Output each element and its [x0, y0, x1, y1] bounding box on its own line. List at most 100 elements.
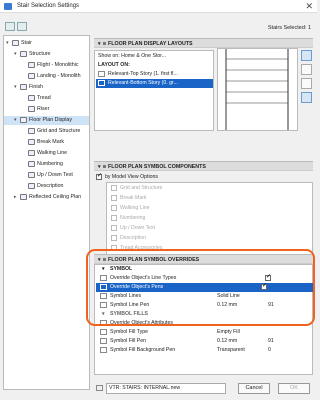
collapse-icon: ▾	[98, 41, 101, 47]
component-item[interactable]: Numbering	[108, 214, 145, 223]
component-item[interactable]: Grid and Structure	[108, 184, 162, 193]
tree-item[interactable]: Riser	[4, 105, 89, 114]
tree-item-label: Walking Line	[37, 150, 68, 156]
preview-graphic	[225, 49, 289, 130]
stair-part-icon	[20, 83, 27, 90]
tree-item-label: Description	[37, 183, 64, 189]
layouts-panel-title: FLOOR PLAN DISPLAY LAYOUTS	[108, 41, 193, 47]
by-model-view-options[interactable]: by Model View Options	[96, 172, 158, 182]
highlight-annotation	[86, 249, 315, 326]
tree-item-label: Landing - Monolith	[37, 73, 81, 79]
settings-tree: ▾ Stair ▾ Structure Flight - Monolithic Landi…	[3, 35, 90, 390]
override-label: Symbol Fill Pen	[110, 338, 147, 344]
component-checkbox[interactable]	[111, 224, 117, 231]
favorites-icon[interactable]	[5, 22, 15, 31]
tree-item[interactable]: Landing - Monolith	[4, 72, 89, 81]
override-row[interactable]: Symbol Fill Pen 0.12 mm 91	[100, 337, 312, 346]
override-label: Symbol Fill Type	[110, 329, 148, 335]
tree-item[interactable]: Break Mark	[4, 138, 89, 147]
tree-item[interactable]: Up / Down Text	[4, 171, 89, 180]
title-bar: Stair Selection Settings ✕	[0, 0, 317, 13]
stair-part-icon	[28, 72, 35, 79]
tree-item[interactable]: Numbering	[4, 160, 89, 169]
layout-item-top[interactable]: Relevant-Top Story (1. first fl...	[96, 70, 213, 79]
layouts-panel-header[interactable]: ▾ FLOOR PLAN DISPLAY LAYOUTS	[94, 38, 313, 48]
window-title: Stair Selection Settings	[17, 3, 80, 9]
stair-part-icon	[28, 61, 35, 68]
stair-symbol-icon	[98, 79, 105, 86]
tree-item[interactable]: Grid and Structure	[4, 127, 89, 136]
tree-item-label: Riser	[37, 106, 50, 112]
tree-item[interactable]: Walking Line	[4, 149, 89, 158]
stair-part-icon	[28, 127, 35, 134]
override-value[interactable]: Empty Fill	[217, 328, 240, 337]
stair-part-icon	[28, 149, 35, 156]
override-value[interactable]: Transparent	[217, 346, 245, 355]
component-checkbox[interactable]	[111, 214, 117, 221]
panel-icon	[103, 165, 106, 168]
tree-item-label: Tread	[37, 95, 51, 101]
view-mode-button[interactable]	[301, 78, 312, 89]
settings-panels: ▾ FLOOR PLAN DISPLAY LAYOUTS Show on: Hom…	[94, 35, 313, 380]
tree-item[interactable]: ▾ Finish	[4, 83, 89, 92]
stair-part-icon	[28, 138, 35, 145]
layout-item-bottom[interactable]: Relevant-Bottom Story (0. gr...	[96, 79, 213, 88]
component-checkbox[interactable]	[111, 184, 117, 191]
components-panel-title: FLOOR PLAN SYMBOL COMPONENTS	[108, 164, 206, 170]
stair-part-icon	[20, 193, 27, 200]
tree-item[interactable]: ▾ Stair	[4, 39, 89, 48]
override-row[interactable]: Symbol Fill Background Pen Transparent 0	[100, 346, 312, 355]
tree-item-label: Stair	[21, 40, 32, 46]
layer-select[interactable]: VTR: STAIRS: INTERNAL.new	[106, 383, 226, 394]
component-item[interactable]: Description	[108, 234, 146, 243]
tree-item-label: Grid and Structure	[37, 128, 81, 134]
override-row[interactable]: Symbol Fill Type Empty Fill	[100, 328, 312, 337]
app-icon	[4, 3, 12, 10]
stair-part-icon	[28, 160, 35, 167]
component-item[interactable]: Up / Down Text	[108, 224, 155, 233]
stair-part-icon	[20, 50, 27, 57]
component-checkbox[interactable]	[111, 194, 117, 201]
collapse-icon: ▾	[98, 164, 101, 170]
view-mode-button[interactable]	[301, 92, 312, 103]
component-checkbox[interactable]	[111, 234, 117, 241]
component-item[interactable]: Break Mark	[108, 194, 147, 203]
view-mode-button[interactable]	[301, 64, 312, 75]
override-value[interactable]: 0.12 mm	[217, 337, 237, 346]
by-model-checkbox[interactable]	[96, 172, 102, 181]
layout-preview	[217, 48, 298, 131]
layout-on-label: LAYOUT ON:	[98, 62, 130, 68]
tree-item[interactable]: Flight - Monolithic	[4, 61, 89, 70]
tree-item[interactable]: ▾ Floor Plan Display	[4, 116, 89, 125]
tree-item[interactable]: ▸ Reflected Ceiling Plan	[4, 193, 89, 202]
tree-item-label: Numbering	[37, 161, 63, 167]
component-checkbox[interactable]	[111, 204, 117, 211]
pen-number[interactable]: 0	[268, 346, 271, 355]
stair-symbol-icon	[98, 70, 105, 77]
show-on-select[interactable]: Show on: Home & One Stor...	[96, 52, 213, 61]
components-panel-header[interactable]: ▾ FLOOR PLAN SYMBOL COMPONENTS	[94, 161, 313, 171]
tree-item[interactable]: Tread	[4, 94, 89, 103]
view-mode-button[interactable]	[301, 50, 312, 61]
tree-item-label: Structure	[29, 51, 51, 57]
ok-button[interactable]: OK	[278, 383, 310, 394]
tree-item-label: Up / Down Text	[37, 172, 73, 178]
stair-part-icon	[12, 39, 19, 46]
stair-part-icon	[28, 171, 35, 178]
panel-icon	[103, 42, 106, 45]
layout-list: Show on: Home & One Stor... LAYOUT ON: R…	[94, 50, 214, 131]
close-icon[interactable]: ✕	[305, 1, 313, 12]
attribute-icon	[100, 328, 107, 335]
tree-item[interactable]: ▾ Structure	[4, 50, 89, 59]
stair-part-icon	[28, 182, 35, 189]
tree-item-label: Floor Plan Display	[29, 117, 72, 123]
component-item[interactable]: Walking Line	[108, 204, 150, 213]
layer-icon	[96, 385, 103, 391]
tree-item[interactable]: Description	[4, 182, 89, 191]
cancel-button[interactable]: Cancel	[238, 383, 270, 394]
stair-part-icon	[28, 105, 35, 112]
pen-number[interactable]: 91	[268, 337, 274, 346]
tree-item-label: Break Mark	[37, 139, 65, 145]
settings-icon[interactable]	[17, 22, 27, 31]
tree-item-label: Flight - Monolithic	[37, 62, 79, 68]
